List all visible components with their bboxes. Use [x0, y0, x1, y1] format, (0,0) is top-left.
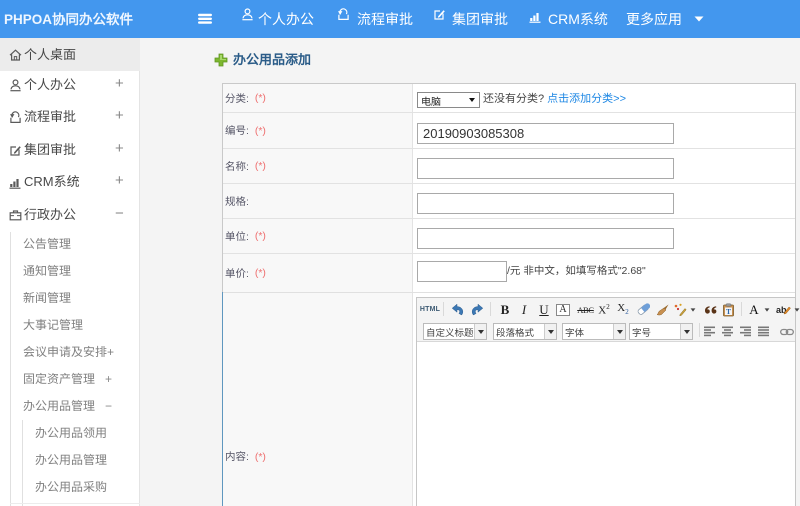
svg-text:T: T [725, 306, 730, 315]
